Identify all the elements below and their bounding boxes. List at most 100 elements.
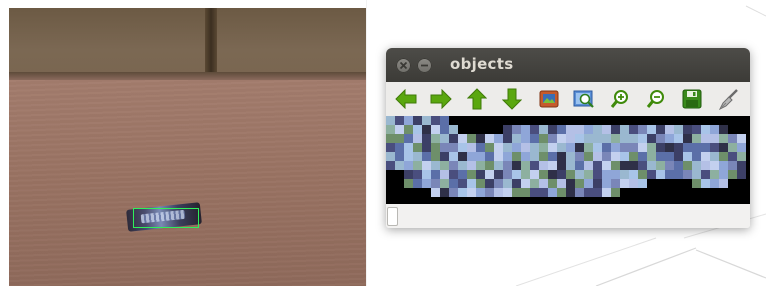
object-pixel [575, 161, 584, 170]
object-pixel [494, 143, 503, 152]
object-pixel [431, 188, 440, 197]
object-pixel [530, 170, 539, 179]
object-pixel [422, 134, 431, 143]
object-pixel [521, 188, 530, 197]
camera-table-surface [9, 80, 366, 286]
object-pixel [683, 161, 692, 170]
object-pixel [620, 143, 629, 152]
object-pixel [530, 179, 539, 188]
object-pixel [593, 161, 602, 170]
object-pixel [494, 134, 503, 143]
object-pixel [611, 188, 620, 197]
save-button[interactable] [679, 86, 705, 112]
object-pixel [422, 152, 431, 161]
object-image-view[interactable] [386, 116, 750, 204]
zoom-out-button[interactable] [643, 86, 669, 112]
object-pixel [503, 161, 512, 170]
object-pixel [512, 161, 521, 170]
object-pixel [647, 161, 656, 170]
object-pixel [602, 161, 611, 170]
object-pixel [413, 152, 422, 161]
object-pixel [539, 170, 548, 179]
object-pixel [413, 134, 422, 143]
object-pixel [719, 152, 728, 161]
zoom-in-button[interactable] [607, 86, 633, 112]
object-pixel [449, 179, 458, 188]
object-pixel [548, 125, 557, 134]
object-pixel [395, 161, 404, 170]
object-pixel [602, 134, 611, 143]
pan-right-button[interactable] [428, 86, 454, 112]
zoom-out-icon [646, 90, 664, 108]
minimize-icon [421, 64, 428, 67]
object-pixel [737, 170, 746, 179]
object-pixel [575, 179, 584, 188]
window-title: objects [450, 55, 514, 73]
object-pixel [620, 161, 629, 170]
object-pixel [548, 170, 557, 179]
clear-button[interactable] [715, 86, 741, 112]
zoom-in-icon [610, 90, 628, 108]
object-pixel [413, 143, 422, 152]
pan-left-button[interactable] [393, 86, 419, 112]
object-pixel [575, 188, 584, 197]
object-pixel [395, 116, 404, 125]
object-pixel [620, 152, 629, 161]
object-pixel [575, 134, 584, 143]
object-pixel [611, 134, 620, 143]
scroll-handle[interactable] [387, 207, 398, 226]
object-pixel [449, 143, 458, 152]
object-pixel [422, 170, 431, 179]
object-pixel [656, 143, 665, 152]
object-pixel [530, 161, 539, 170]
minimize-button[interactable] [417, 58, 432, 73]
object-pixel [566, 143, 575, 152]
object-pixel [620, 134, 629, 143]
object-pixel [557, 134, 566, 143]
object-pixel [638, 152, 647, 161]
object-pixel [485, 188, 494, 197]
object-pixel [665, 134, 674, 143]
object-pixel [467, 152, 476, 161]
object-pixel [638, 179, 647, 188]
zoom-fit-icon [573, 90, 594, 108]
object-pixel [737, 134, 746, 143]
object-pixel [683, 143, 692, 152]
pan-down-button[interactable] [499, 86, 525, 112]
close-button[interactable] [396, 58, 411, 73]
close-icon [399, 61, 408, 70]
object-pixel [647, 170, 656, 179]
pan-up-button[interactable] [464, 86, 490, 112]
object-pixel [512, 179, 521, 188]
object-pixel [449, 188, 458, 197]
original-size-button[interactable] [536, 86, 562, 112]
object-pixel [656, 161, 665, 170]
object-pixel [530, 125, 539, 134]
object-pixel [602, 143, 611, 152]
object-pixel [692, 143, 701, 152]
window-titlebar[interactable]: objects [386, 48, 750, 82]
object-pixel [656, 170, 665, 179]
object-pixel [449, 161, 458, 170]
detection-box [133, 208, 199, 228]
object-pixel [683, 134, 692, 143]
object-pixel [440, 152, 449, 161]
object-pixel [386, 161, 395, 170]
object-pixel [719, 161, 728, 170]
object-pixel [719, 125, 728, 134]
object-pixel [521, 152, 530, 161]
object-pixel [593, 179, 602, 188]
object-pixel [710, 134, 719, 143]
object-pixel [467, 188, 476, 197]
object-pixel [431, 116, 440, 125]
object-pixel [701, 125, 710, 134]
object-pixel [602, 170, 611, 179]
object-pixel [548, 134, 557, 143]
object-pixel [440, 161, 449, 170]
object-pixel [737, 143, 746, 152]
object-pixel [557, 170, 566, 179]
object-pixel [710, 161, 719, 170]
object-pixel [557, 125, 566, 134]
zoom-fit-button[interactable] [571, 86, 597, 112]
object-pixel [395, 125, 404, 134]
